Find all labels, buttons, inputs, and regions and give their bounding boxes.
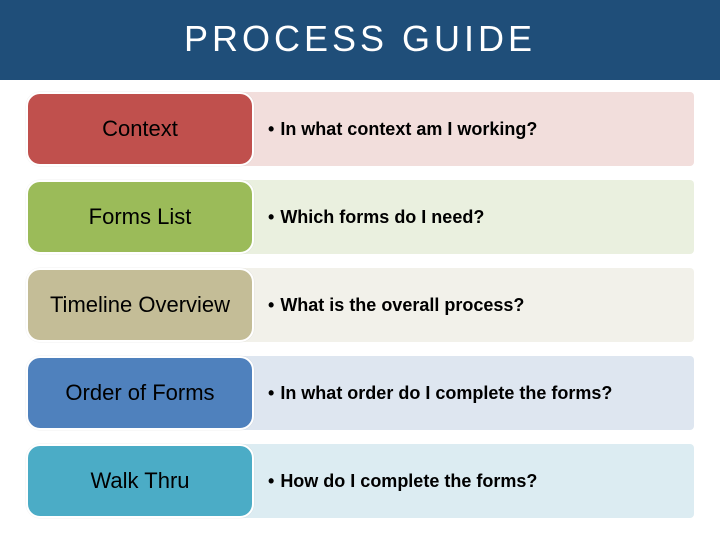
- row-label-pill: Timeline Overview: [26, 268, 254, 342]
- row-label-pill: Context: [26, 92, 254, 166]
- row-label-pill: Forms List: [26, 180, 254, 254]
- row-question: In what order do I complete the forms?: [280, 383, 612, 404]
- row-label: Order of Forms: [65, 381, 214, 405]
- row-description: • How do I complete the forms?: [240, 444, 694, 518]
- row-label: Forms List: [89, 205, 192, 229]
- row-question: How do I complete the forms?: [280, 471, 537, 492]
- row-description: • In what order do I complete the forms?: [240, 356, 694, 430]
- process-row: Walk Thru • How do I complete the forms?: [26, 444, 694, 518]
- row-description: • Which forms do I need?: [240, 180, 694, 254]
- bullet-icon: •: [268, 295, 274, 316]
- row-label: Walk Thru: [90, 469, 189, 493]
- row-label-pill: Walk Thru: [26, 444, 254, 518]
- process-rows: Context • In what context am I working? …: [0, 80, 720, 530]
- row-question: What is the overall process?: [280, 295, 524, 316]
- process-row: Context • In what context am I working?: [26, 92, 694, 166]
- bullet-icon: •: [268, 471, 274, 492]
- process-row: Forms List • Which forms do I need?: [26, 180, 694, 254]
- row-description: • In what context am I working?: [240, 92, 694, 166]
- bullet-icon: •: [268, 207, 274, 228]
- page-title: PROCESS GUIDE: [0, 18, 720, 60]
- bullet-icon: •: [268, 119, 274, 140]
- bullet-icon: •: [268, 383, 274, 404]
- row-label: Timeline Overview: [50, 293, 230, 317]
- process-row: Order of Forms • In what order do I comp…: [26, 356, 694, 430]
- row-label: Context: [102, 117, 178, 141]
- process-row: Timeline Overview • What is the overall …: [26, 268, 694, 342]
- row-question: Which forms do I need?: [280, 207, 484, 228]
- row-description: • What is the overall process?: [240, 268, 694, 342]
- row-question: In what context am I working?: [280, 119, 537, 140]
- header-banner: PROCESS GUIDE: [0, 0, 720, 80]
- row-label-pill: Order of Forms: [26, 356, 254, 430]
